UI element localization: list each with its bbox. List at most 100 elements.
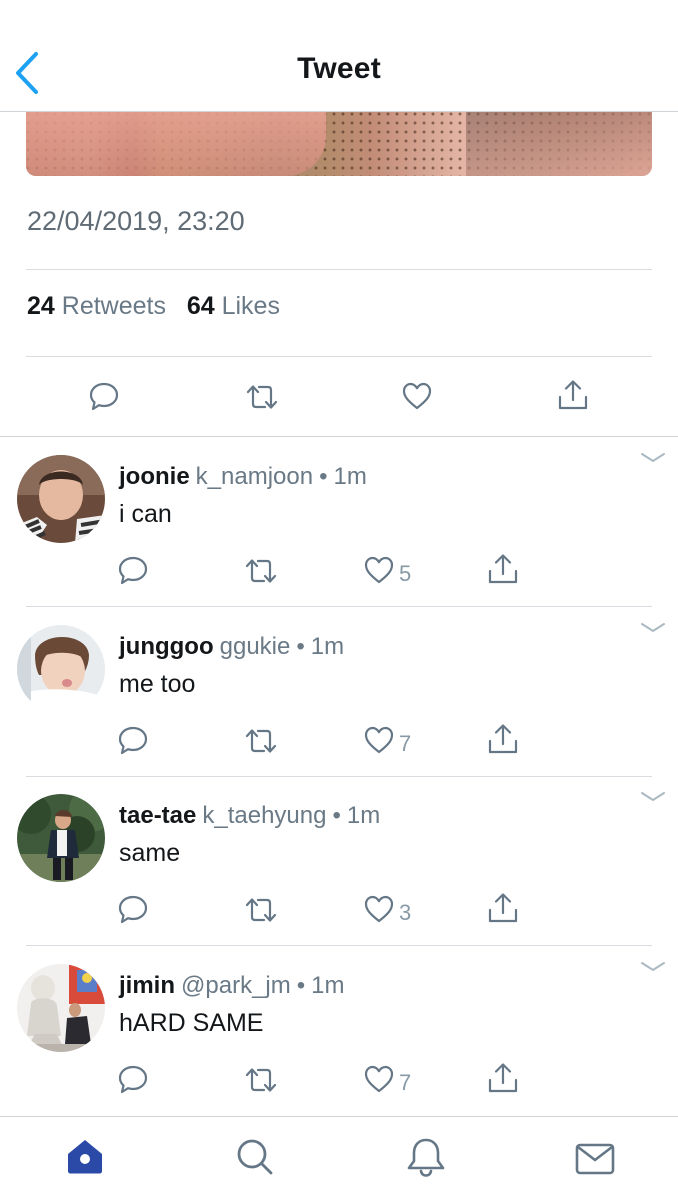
retweet-button[interactable] <box>244 727 278 755</box>
retweets-label: Retweets <box>61 292 166 320</box>
reply-icon <box>118 895 148 924</box>
reply-icon <box>118 556 148 585</box>
share-button[interactable] <box>487 553 519 585</box>
chevron-down-icon <box>641 453 665 463</box>
like-button[interactable] <box>402 382 432 410</box>
tab-search[interactable] <box>235 1137 275 1177</box>
reply-text: same <box>119 839 181 867</box>
display-name[interactable]: joonie <box>119 463 190 490</box>
bottom-tab-bar <box>0 1116 678 1200</box>
separator-dot: • <box>332 802 341 829</box>
share-icon <box>488 893 518 923</box>
reply-time: 1m <box>346 802 381 829</box>
like-count: 7 <box>399 731 412 756</box>
reply-tweet[interactable]: tae-tae k_taehyung • 1m same 3 <box>0 776 678 946</box>
reply-header: joonie k_namjoon • 1m <box>119 463 367 491</box>
username[interactable]: k_namjoon <box>196 463 313 490</box>
reply-text: me too <box>119 670 196 698</box>
retweet-button[interactable] <box>245 383 279 411</box>
notifications-icon <box>407 1138 445 1177</box>
share-button[interactable] <box>487 1062 519 1094</box>
retweet-button[interactable] <box>244 896 278 924</box>
share-button[interactable] <box>487 723 519 755</box>
reply-icon <box>118 726 148 755</box>
retweet-icon <box>245 1068 277 1092</box>
likes-stat[interactable]: 64 Likes <box>187 292 280 320</box>
chevron-down-icon <box>641 962 665 972</box>
like-button[interactable] <box>364 726 394 754</box>
retweet-icon <box>245 729 277 753</box>
divider <box>26 356 652 357</box>
reply-button[interactable] <box>89 381 119 411</box>
avatar[interactable] <box>17 794 105 882</box>
search-icon <box>237 1139 273 1175</box>
avatar[interactable] <box>17 625 105 713</box>
media-detail <box>26 112 326 176</box>
retweet-icon <box>245 898 277 922</box>
avatar[interactable] <box>17 455 105 543</box>
more-options-button[interactable] <box>640 960 666 974</box>
reply-button[interactable] <box>118 894 148 924</box>
username[interactable]: ggukie <box>220 633 291 660</box>
reply-icon <box>89 382 119 411</box>
retweet-button[interactable] <box>244 557 278 585</box>
reply-time: 1m <box>333 463 367 490</box>
share-icon <box>488 724 518 754</box>
likes-label: Likes <box>221 292 280 320</box>
display-name[interactable]: tae-tae <box>119 802 196 829</box>
retweet-button[interactable] <box>244 1066 278 1094</box>
tab-notifications[interactable] <box>406 1137 446 1177</box>
reply-text: i can <box>119 500 172 528</box>
separator-dot: • <box>296 633 305 660</box>
reply-time: 1m <box>310 633 345 660</box>
like-count: 7 <box>399 1070 412 1095</box>
divider <box>26 269 652 270</box>
share-icon <box>558 380 588 410</box>
like-button[interactable] <box>364 895 394 923</box>
more-options-button[interactable] <box>640 451 666 465</box>
tweet-stats: 24 Retweets 64 Likes <box>27 292 280 321</box>
page-title: Tweet <box>297 52 381 85</box>
media-detail <box>466 112 652 176</box>
chevron-down-icon <box>641 623 665 633</box>
share-icon <box>488 1063 518 1093</box>
tweet-timestamp: 22/04/2019, 23:20 <box>27 206 245 236</box>
home-icon <box>68 1140 102 1174</box>
chevron-down-icon <box>641 792 665 802</box>
retweet-icon <box>245 559 277 583</box>
tab-messages[interactable] <box>575 1143 615 1175</box>
share-icon <box>488 554 518 584</box>
separator-dot: • <box>296 972 306 999</box>
reply-button[interactable] <box>118 725 148 755</box>
reply-button[interactable] <box>118 555 148 585</box>
more-options-button[interactable] <box>640 621 666 635</box>
more-options-button[interactable] <box>640 790 666 804</box>
like-icon <box>364 726 394 754</box>
reply-tweet[interactable]: joonie k_namjoon • 1m i can 5 <box>0 437 678 607</box>
display-name[interactable]: jimin <box>119 972 175 999</box>
username[interactable]: @park_jm <box>181 972 291 999</box>
reply-header: junggoo ggukie • 1m <box>119 633 344 661</box>
like-icon <box>364 895 394 923</box>
retweets-stat[interactable]: 24 Retweets <box>27 292 166 320</box>
retweets-count: 24 <box>27 292 55 320</box>
likes-count: 64 <box>186 292 215 320</box>
share-button[interactable] <box>487 892 519 924</box>
like-count: 3 <box>399 900 412 925</box>
username[interactable]: k_taehyung <box>202 802 326 829</box>
reply-header: jimin @park_jm • 1m <box>119 972 345 1000</box>
like-icon <box>364 556 394 584</box>
reply-text: hARD SAME <box>119 1009 264 1037</box>
share-button[interactable] <box>557 379 589 411</box>
avatar[interactable] <box>17 964 105 1052</box>
like-button[interactable] <box>364 556 394 584</box>
like-button[interactable] <box>364 1065 394 1093</box>
display-name[interactable]: junggoo <box>119 633 214 660</box>
like-icon <box>364 1065 394 1093</box>
reply-tweet[interactable]: jimin @park_jm • 1m hARD SAME 7 <box>0 946 678 1116</box>
top-nav-bar: Tweet <box>0 0 678 112</box>
tweet-media-image[interactable] <box>26 112 652 176</box>
tab-home[interactable] <box>65 1137 105 1175</box>
reply-tweet[interactable]: junggoo ggukie • 1m me too 7 <box>0 607 678 777</box>
reply-button[interactable] <box>118 1064 148 1094</box>
